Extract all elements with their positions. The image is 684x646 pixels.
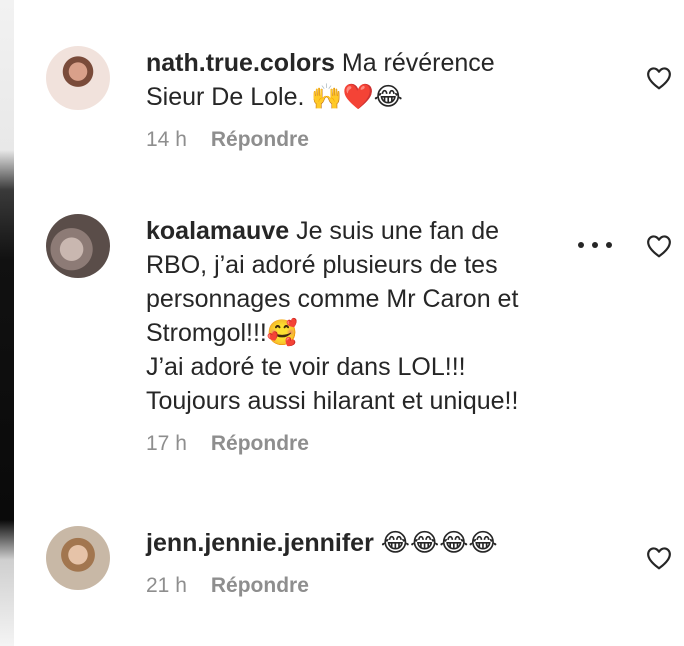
comment-username[interactable]: koalamauve	[146, 217, 289, 245]
reply-button[interactable]: Répondre	[211, 574, 309, 598]
comment-meta: 14 h Répondre	[146, 128, 616, 152]
more-options-icon[interactable]	[578, 240, 612, 250]
comment-meta: 21 h Répondre	[146, 574, 616, 598]
more-dot	[578, 242, 584, 248]
comment-body: jenn.jennie.jennifer 😂😂😂😂 21 h Répondre	[146, 526, 616, 598]
heart-outline-icon[interactable]	[646, 546, 672, 570]
heart-outline-icon[interactable]	[646, 234, 672, 258]
background-edge	[0, 0, 14, 646]
comment-time: 14 h	[146, 128, 187, 151]
heart-outline-icon[interactable]	[646, 66, 672, 90]
comment-text: nath.true.colors Ma révérence Sieur De L…	[146, 46, 616, 114]
comment-text: jenn.jennie.jennifer 😂😂😂😂	[146, 526, 616, 560]
comment-text: koalamauve Je suis une fan de RBO, j’ai …	[146, 214, 616, 418]
comment-time: 21 h	[146, 574, 187, 597]
comment-body: koalamauve Je suis une fan de RBO, j’ai …	[146, 214, 616, 456]
avatar[interactable]	[46, 214, 110, 278]
more-dot	[592, 242, 598, 248]
comment-username[interactable]: nath.true.colors	[146, 49, 335, 77]
comment-meta: 17 h Répondre	[146, 432, 616, 456]
avatar[interactable]	[46, 46, 110, 110]
comment-username[interactable]: jenn.jennie.jennifer	[146, 529, 374, 557]
more-dot	[606, 242, 612, 248]
reply-button[interactable]: Répondre	[211, 128, 309, 152]
reply-button[interactable]: Répondre	[211, 432, 309, 456]
comment-body: nath.true.colors Ma révérence Sieur De L…	[146, 46, 616, 152]
comment-message: 😂😂😂😂	[373, 529, 498, 557]
avatar[interactable]	[46, 526, 110, 590]
comment-time: 17 h	[146, 432, 187, 455]
comment-message: Je suis une fan de RBO, j’ai adoré plusi…	[146, 217, 519, 415]
